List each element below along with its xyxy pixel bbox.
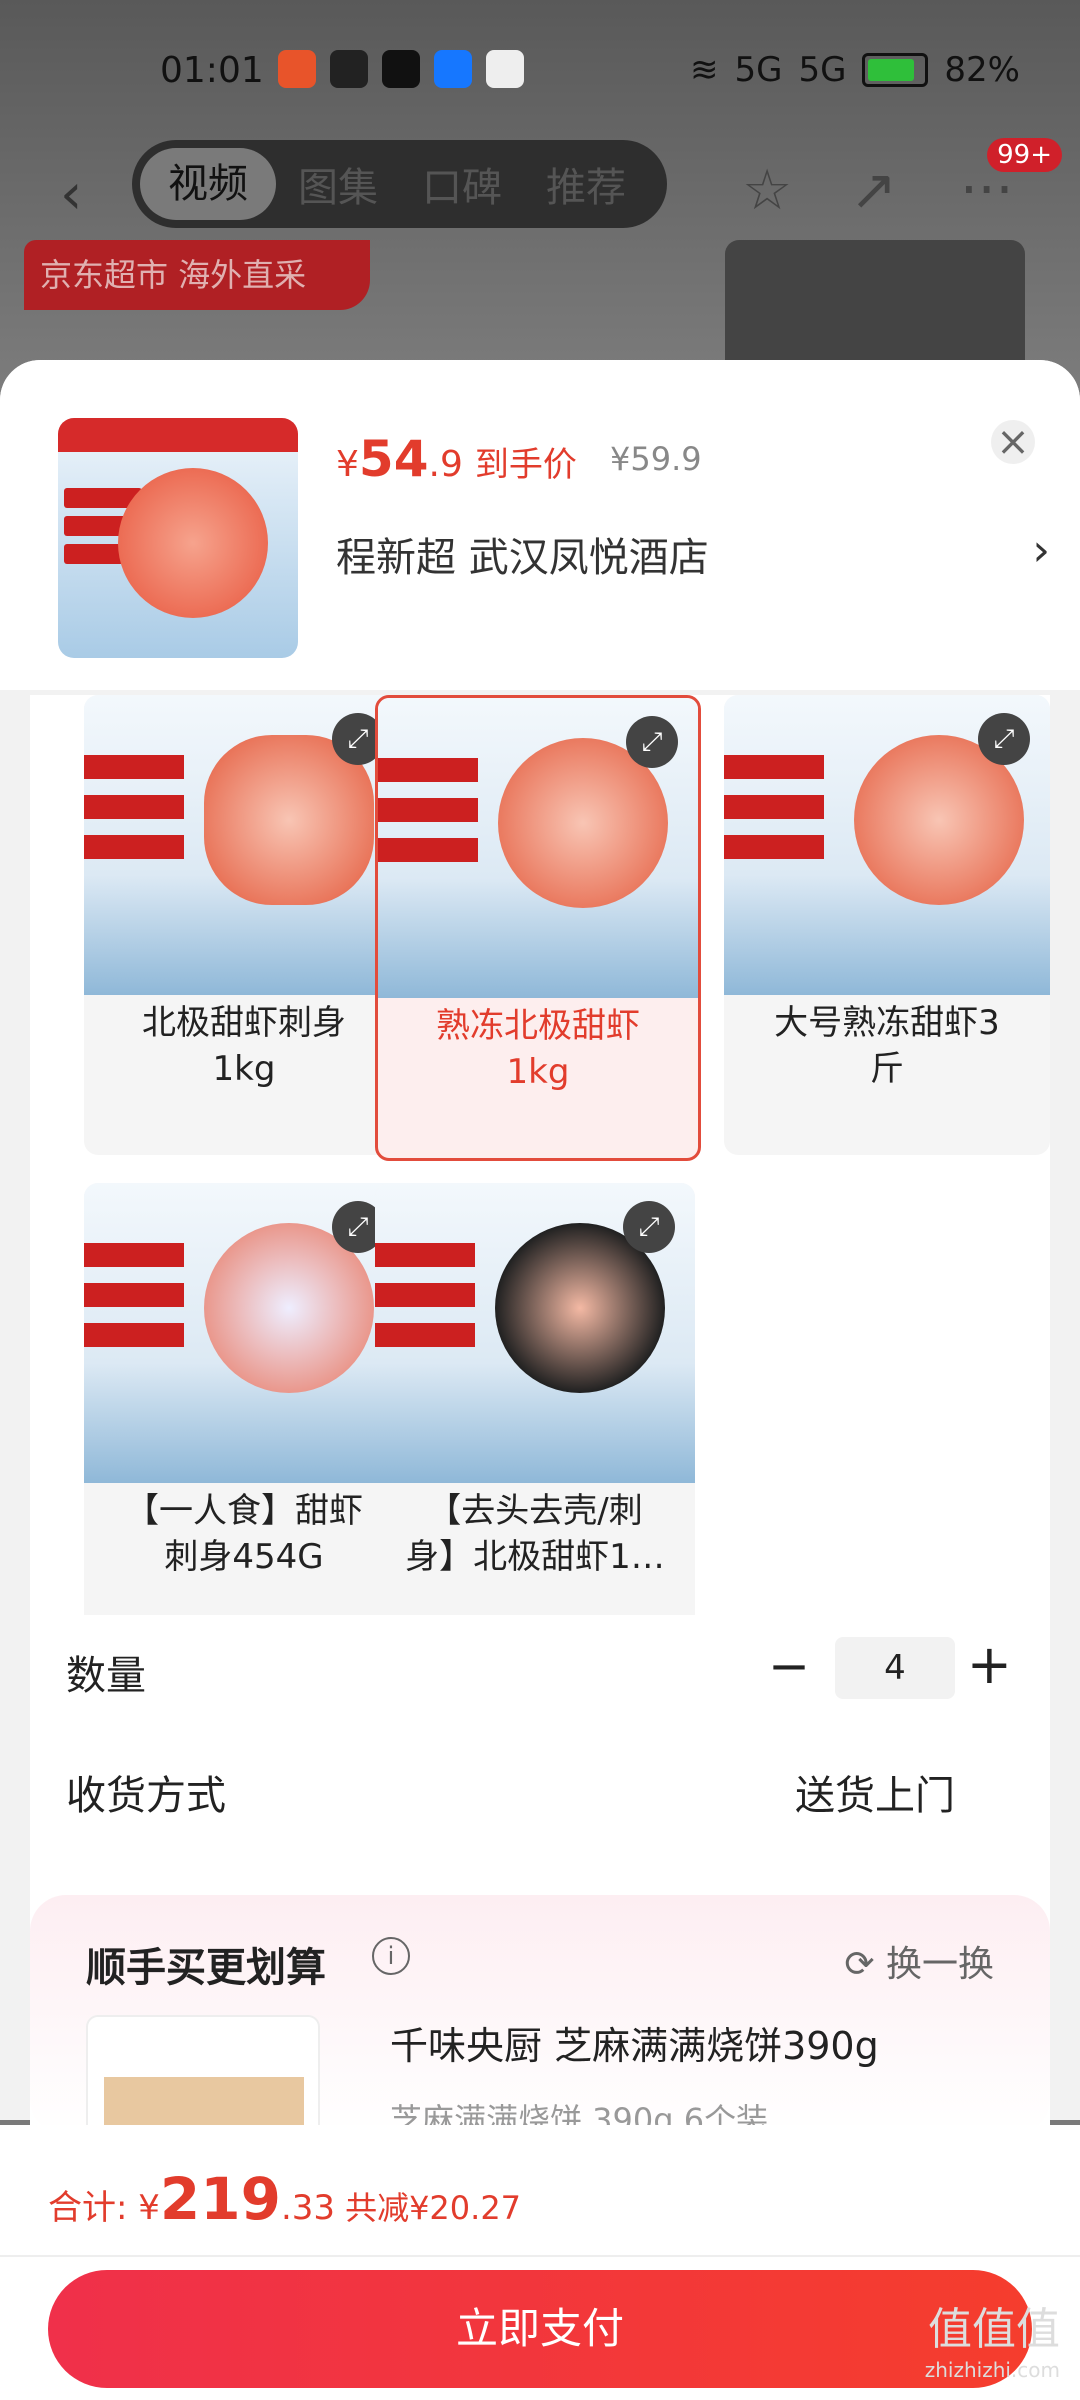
background-product-image [725,240,1025,380]
expand-icon[interactable]: ⤢ [978,713,1030,765]
wifi-icon: ≋ [689,50,719,90]
share-icon[interactable]: ↗ [850,158,897,223]
variant-card[interactable]: ⤢ 北极甜虾刺身 1kg [84,695,404,1155]
quantity-input[interactable]: 4 [835,1637,955,1699]
realme-icon [486,50,524,88]
variant-card[interactable]: ⤢ 大号熟冻甜虾3 斤 [724,695,1050,1155]
recommended-product-name[interactable]: 千味央厨 芝麻满满烧饼390g [390,2015,879,2070]
expand-icon[interactable]: ⤢ [626,716,678,768]
pay-now-button[interactable]: 立即支付 [48,2270,1032,2388]
recommendation-section: 顺手买更划算 i ⟳ 换一换 千味央厨 芝麻满满烧饼390g 芝麻满满烧饼 39… [30,1895,1050,2139]
variant-card[interactable]: ⤢ 【一人食】甜虾 刺身454G [84,1183,404,1643]
sheet-header: ¥54.9 到手价 ¥59.9 × 程新超 武汉凤悦酒店 › [0,360,1080,690]
message-badge: 99+ [987,138,1062,172]
tab-reviews[interactable]: 口碑 [400,155,524,213]
variant-card-selected[interactable]: ⤢ 熟冻北极甜虾 1kg [375,695,701,1161]
star-icon[interactable]: ☆ [742,158,792,223]
watermark: 值值值 zhizhizhi.com [924,2304,1060,2383]
recommended-product-image[interactable] [86,2015,320,2139]
douyin-icon [382,50,420,88]
quantity-plus-button[interactable]: + [967,1633,1012,1696]
checkout-footer: 合计: ¥219.33 共减¥20.27 立即支付 值值值 zhizhizhi.c… [0,2125,1080,2400]
swap-button[interactable]: ⟳ 换一换 [844,1935,994,1987]
total-price: 合计: ¥219.33 共减¥20.27 [48,2165,522,2233]
quantity-label: 数量 [66,1653,146,1699]
expand-icon[interactable]: ⤢ [623,1201,675,1253]
quantity-row: 数量 − 4 + [30,1615,1050,1725]
back-icon[interactable]: ‹ [60,162,82,227]
selected-product-thumbnail [58,418,298,658]
recommendation-title: 顺手买更划算 [86,1945,326,1991]
quantity-minus-button[interactable]: − [768,1637,810,1695]
variant-card[interactable]: ⤢ 【去头去壳/刺 身】北极甜虾1… [375,1183,695,1643]
signal-icon: 5G [734,50,783,90]
notification-icons [278,50,524,88]
tab-bar: 视频 图集 口碑 推荐 [132,140,667,228]
divider [0,2255,1080,2257]
refresh-icon: ⟳ [844,1944,886,1985]
battery-icon [862,53,929,87]
status-right: ≋ 5G 5G 82% [690,50,1020,90]
top-navigation: ‹ 视频 图集 口碑 推荐 ☆ ↗ ··· 99+ [0,138,1080,230]
close-icon[interactable]: × [991,420,1035,464]
delivery-method[interactable]: 送货上门 [795,1763,955,1821]
app-notification-icon [278,50,316,88]
tab-gallery[interactable]: 图集 [276,155,400,213]
delivery-label: 收货方式 [66,1773,226,1819]
battery-percent: 82% [944,50,1020,90]
alipay-icon [434,50,472,88]
status-bar: 01:01 ≋ 5G 5G 82% [0,40,1080,110]
status-time: 01:01 [160,50,264,91]
tab-recommend[interactable]: 推荐 [524,155,648,213]
jd-banner: 京东超市 海外直采 [24,240,370,310]
tab-video[interactable]: 视频 [140,148,276,220]
final-price: ¥54.9 到手价 [336,430,577,488]
savings-amount: 共减¥20.27 [345,2189,522,2227]
original-price: ¥59.9 [610,440,702,478]
info-icon[interactable]: i [372,1937,410,1975]
chevron-right-icon[interactable]: › [1032,525,1050,576]
delivery-row[interactable]: 收货方式 送货上门 [30,1735,1050,1865]
delivery-address[interactable]: 程新超 武汉凤悦酒店 [336,525,709,583]
wechat-icon [330,50,368,88]
signal-icon: 5G [798,50,847,90]
